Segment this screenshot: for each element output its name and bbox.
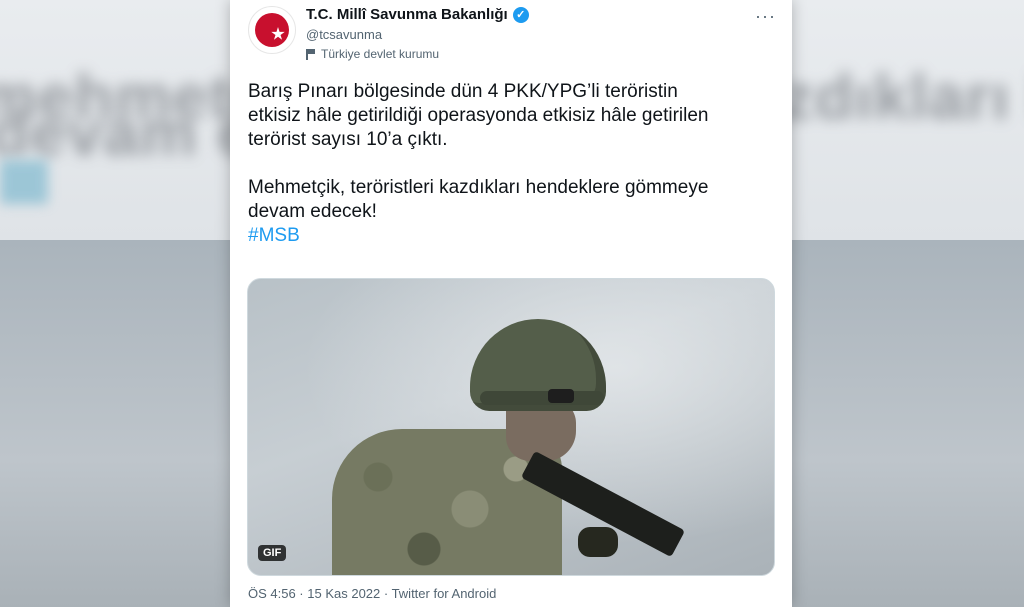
verified-badge-icon: ✓ (512, 6, 529, 23)
gif-badge: GIF (258, 545, 287, 561)
author-name[interactable]: T.C. Millî Savunma Bakanlığı (306, 6, 508, 23)
tweet-timestamp[interactable]: ÖS 4:56 · 15 Kas 2022 · Twitter for Andr… (248, 586, 496, 601)
author-row: T.C. Millî Savunma Bakanlığı ✓ (306, 6, 529, 23)
account-label: Türkiye devlet kurumu (306, 47, 439, 61)
tweet-paragraph-2: Mehmetçik, teröristleri kazdıkları hende… (248, 177, 709, 222)
avatar[interactable] (248, 6, 296, 54)
account-label-text: Türkiye devlet kurumu (321, 47, 440, 61)
flag-icon (306, 48, 315, 60)
tweet-card: ··· T.C. Millî Savunma Bakanlığı ✓ @tcsa… (230, 0, 792, 607)
tweet-media-gif[interactable]: GIF (247, 278, 775, 576)
hashtag-link[interactable]: #MSB (248, 224, 778, 248)
tweet-text: Barış Pınarı bölgesinde dün 4 PKK/YPG’li… (248, 80, 778, 248)
author-handle[interactable]: @tcsavunma (306, 27, 382, 42)
more-options-icon[interactable]: ··· (755, 6, 776, 27)
background-hashtag-blur (0, 160, 48, 204)
ministry-logo-icon (255, 13, 289, 47)
tweet-paragraph-1: Barış Pınarı bölgesinde dün 4 PKK/YPG’li… (248, 81, 709, 150)
